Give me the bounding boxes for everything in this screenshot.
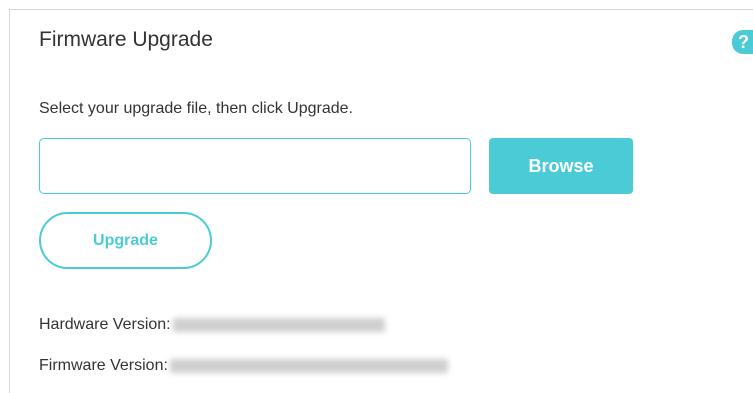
hardware-version-label: Hardware Version: bbox=[39, 316, 171, 333]
firmware-upgrade-panel bbox=[9, 9, 753, 393]
help-icon[interactable]: ? bbox=[732, 30, 753, 54]
upgrade-button[interactable]: Upgrade bbox=[39, 212, 212, 269]
firmware-version-label: Firmware Version: bbox=[39, 357, 168, 374]
browse-button[interactable]: Browse bbox=[489, 138, 633, 194]
upgrade-instruction: Select your upgrade file, then click Upg… bbox=[39, 100, 353, 117]
upgrade-file-input[interactable] bbox=[39, 138, 471, 194]
page-title: Firmware Upgrade bbox=[39, 28, 213, 51]
firmware-version-row: Firmware Version: bbox=[39, 356, 448, 376]
hardware-version-value-redacted bbox=[172, 318, 385, 332]
firmware-version-value-redacted bbox=[169, 359, 448, 373]
hardware-version-row: Hardware Version: bbox=[39, 315, 385, 335]
